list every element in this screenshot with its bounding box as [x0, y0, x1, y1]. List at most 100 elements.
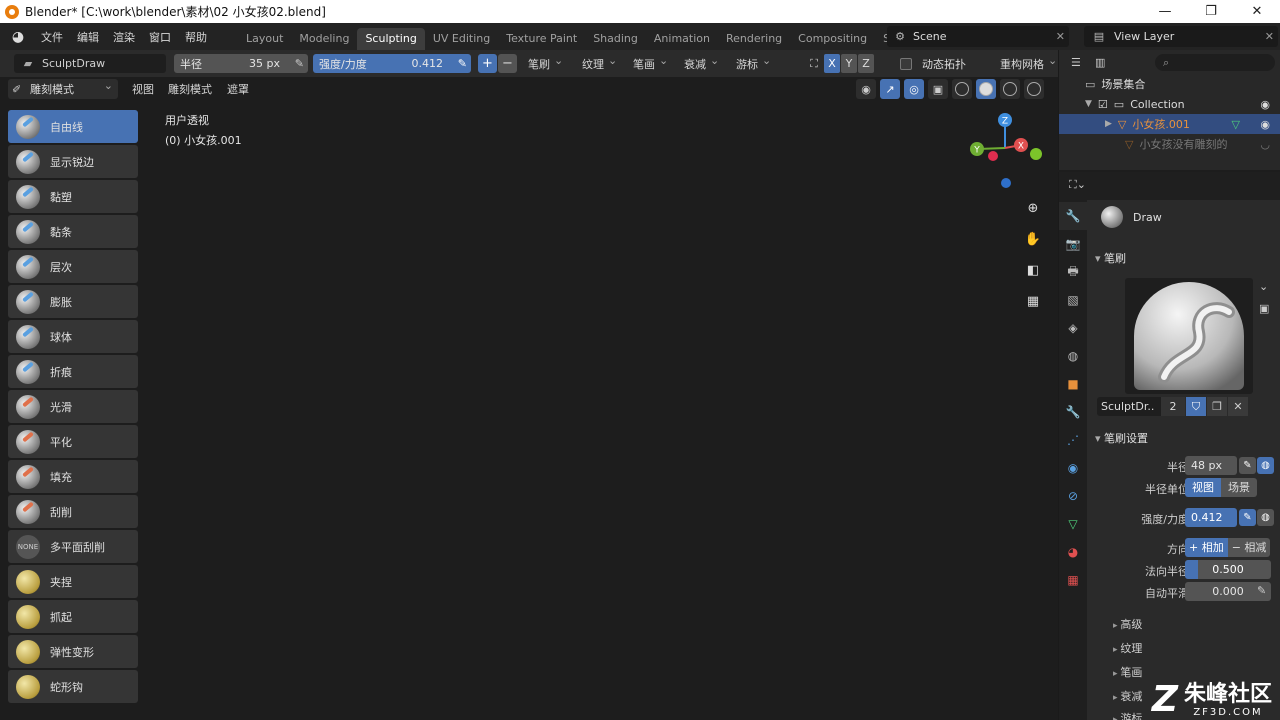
- falloff-dropdown[interactable]: 衰减: [684, 54, 719, 73]
- view-layer-selector[interactable]: ▤ View Layer ✕: [1084, 26, 1278, 47]
- texture-dropdown[interactable]: 纹理: [582, 54, 617, 73]
- object-visibility-icon[interactable]: ◉: [1260, 118, 1270, 131]
- modifier-properties-icon[interactable]: 🔧: [1059, 398, 1087, 426]
- prop-radius-unified-icon[interactable]: ◍: [1257, 457, 1274, 474]
- tool-blob[interactable]: 球体: [8, 320, 138, 353]
- outliner-object-selected[interactable]: ▶ ▽ 小女孩.001 ▽ ◉: [1059, 114, 1280, 134]
- brush-datablock-name[interactable]: SculptDr..: [1097, 396, 1161, 416]
- tool-scrape[interactable]: 刮削: [8, 495, 138, 528]
- panel-brush[interactable]: 笔刷: [1095, 250, 1126, 266]
- gizmo-neg-z-handle[interactable]: [1001, 178, 1011, 188]
- pan-hand-icon[interactable]: ✋: [1021, 227, 1045, 251]
- tool-flatten[interactable]: 平化: [8, 425, 138, 458]
- prop-autosmooth-pressure-icon[interactable]: ✎: [1257, 584, 1266, 597]
- subpanel-stroke[interactable]: 笔画: [1113, 664, 1142, 680]
- axis-y-toggle[interactable]: Y: [841, 54, 857, 73]
- strength-pressure-icon[interactable]: ✎: [458, 57, 467, 70]
- render-properties-icon[interactable]: 📷: [1059, 230, 1087, 258]
- navigation-gizmo[interactable]: Z X Y: [965, 110, 1045, 190]
- prop-radius-pressure-icon[interactable]: ✎: [1239, 457, 1256, 474]
- radius-field[interactable]: 半径 35 px ✎: [174, 54, 308, 73]
- menu-edit[interactable]: 编辑: [70, 29, 106, 45]
- gizmo-neg-x-handle[interactable]: [988, 151, 998, 161]
- brush-preview-expand-icon[interactable]: ⌄: [1259, 280, 1268, 293]
- tab-animation[interactable]: Animation: [646, 28, 718, 50]
- tab-texture-paint[interactable]: Texture Paint: [498, 28, 585, 50]
- maximize-button[interactable]: ❐: [1188, 0, 1234, 23]
- tool-multiplane-scrape[interactable]: NONE 多平面刮削: [8, 530, 138, 563]
- tool-pinch[interactable]: 夹捏: [8, 565, 138, 598]
- radius-unit-scene[interactable]: 场景: [1221, 478, 1257, 497]
- material-shading-icon[interactable]: [1000, 79, 1020, 99]
- viewport-menu-sculpt[interactable]: 雕刻模式: [168, 81, 212, 97]
- output-properties-icon[interactable]: 🖶: [1059, 258, 1087, 286]
- subpanel-advanced[interactable]: 高级: [1113, 616, 1142, 632]
- collection-expand-icon[interactable]: ▼: [1085, 99, 1092, 109]
- tab-rendering[interactable]: Rendering: [718, 28, 790, 50]
- outliner-object-other[interactable]: ▽ 小女孩没有雕刻的 ◡: [1059, 134, 1280, 154]
- object-properties-icon[interactable]: ■: [1059, 370, 1087, 398]
- close-button[interactable]: ✕: [1234, 0, 1280, 23]
- prop-strength-pressure-icon[interactable]: ✎: [1239, 509, 1256, 526]
- object-expand-icon[interactable]: ▶: [1105, 119, 1112, 129]
- overlay-toggle-icon[interactable]: ◎: [904, 79, 924, 99]
- dyntopo-checkbox[interactable]: [900, 57, 912, 70]
- outliner-scene-collection[interactable]: ▭ 场景集合: [1059, 74, 1280, 94]
- constraints-properties-icon[interactable]: ⊘: [1059, 482, 1087, 510]
- gizmo-toggle-icon[interactable]: ↗: [880, 79, 900, 99]
- dyntopo-toggle[interactable]: 动态拓扑: [900, 54, 966, 73]
- pen-pressure-icon[interactable]: ✎: [295, 57, 304, 70]
- strength-field[interactable]: 强度/力度 0.412 ✎: [313, 54, 471, 73]
- brush-name-field[interactable]: ▰ SculptDraw: [14, 54, 166, 73]
- tool-properties-icon[interactable]: 🔧: [1059, 202, 1087, 230]
- rendered-shading-icon[interactable]: [1024, 79, 1044, 99]
- cursor-dropdown[interactable]: 游标: [736, 54, 771, 73]
- menu-file[interactable]: 文件: [34, 29, 70, 45]
- solid-shading-icon[interactable]: [976, 79, 996, 99]
- material-properties-icon[interactable]: ◕: [1059, 538, 1087, 566]
- outliner-collection[interactable]: ▼ ☑ ▭ Collection ◉: [1059, 94, 1280, 114]
- subpanel-falloff[interactable]: 衰减: [1113, 688, 1142, 704]
- tool-fill[interactable]: 填充: [8, 460, 138, 493]
- axis-x-toggle[interactable]: X: [824, 54, 840, 73]
- prop-strength-field[interactable]: 0.412: [1185, 508, 1237, 527]
- scene-selector[interactable]: ⚙ Scene ✕: [887, 26, 1069, 47]
- menu-render[interactable]: 渲染: [106, 29, 142, 45]
- prop-strength-unified-icon[interactable]: ◍: [1257, 509, 1274, 526]
- tool-elastic-deform[interactable]: 弹性变形: [8, 635, 138, 668]
- properties-editor-type-icon[interactable]: ⛶⌄: [1069, 178, 1086, 192]
- brush-preview[interactable]: [1125, 278, 1253, 394]
- unlink-brush-icon[interactable]: ✕: [1228, 396, 1248, 416]
- remesh-dropdown[interactable]: 重构网格: [1000, 54, 1057, 73]
- outliner-search-input[interactable]: ⌕: [1155, 54, 1275, 71]
- physics-properties-icon[interactable]: ◉: [1059, 454, 1087, 482]
- minimize-button[interactable]: —: [1142, 0, 1188, 23]
- tab-shading[interactable]: Shading: [585, 28, 646, 50]
- tab-modeling[interactable]: Modeling: [291, 28, 357, 50]
- tool-snake-hook[interactable]: 蛇形钩: [8, 670, 138, 703]
- view-layer-properties-icon[interactable]: ▧: [1059, 286, 1087, 314]
- texture-properties-icon[interactable]: ▦: [1059, 566, 1087, 594]
- add-direction-button[interactable]: +: [478, 54, 497, 73]
- tab-sculpting[interactable]: Sculpting: [357, 28, 425, 50]
- scene-close-icon[interactable]: ✕: [1056, 30, 1065, 43]
- 3d-viewport[interactable]: [0, 77, 1058, 720]
- outliner-editor-icon[interactable]: ☰: [1071, 56, 1095, 69]
- collection-visibility-icon[interactable]: ◉: [1260, 98, 1270, 111]
- blender-menu-icon[interactable]: ◕: [10, 29, 26, 45]
- brush-dropdown[interactable]: 笔刷: [528, 54, 563, 73]
- xray-toggle-icon[interactable]: ▣: [928, 79, 948, 99]
- brush-image-icon[interactable]: ▣: [1259, 302, 1269, 315]
- prop-normal-radius-slider[interactable]: 0.500: [1185, 560, 1271, 579]
- scene-properties-icon[interactable]: ◈: [1059, 314, 1087, 342]
- tool-inflate[interactable]: 膨胀: [8, 285, 138, 318]
- subtract-direction-button[interactable]: −: [498, 54, 517, 73]
- tool-layer[interactable]: 层次: [8, 250, 138, 283]
- viewport-menu-mask[interactable]: 遮罩: [227, 81, 249, 97]
- menu-help[interactable]: 帮助: [178, 29, 214, 45]
- collection-checkbox-icon[interactable]: ☑: [1098, 98, 1108, 111]
- wireframe-shading-icon[interactable]: [952, 79, 972, 99]
- tab-compositing[interactable]: Compositing: [790, 28, 875, 50]
- radius-unit-view[interactable]: 视图: [1185, 478, 1221, 497]
- visibility-icon[interactable]: ◉: [856, 79, 876, 99]
